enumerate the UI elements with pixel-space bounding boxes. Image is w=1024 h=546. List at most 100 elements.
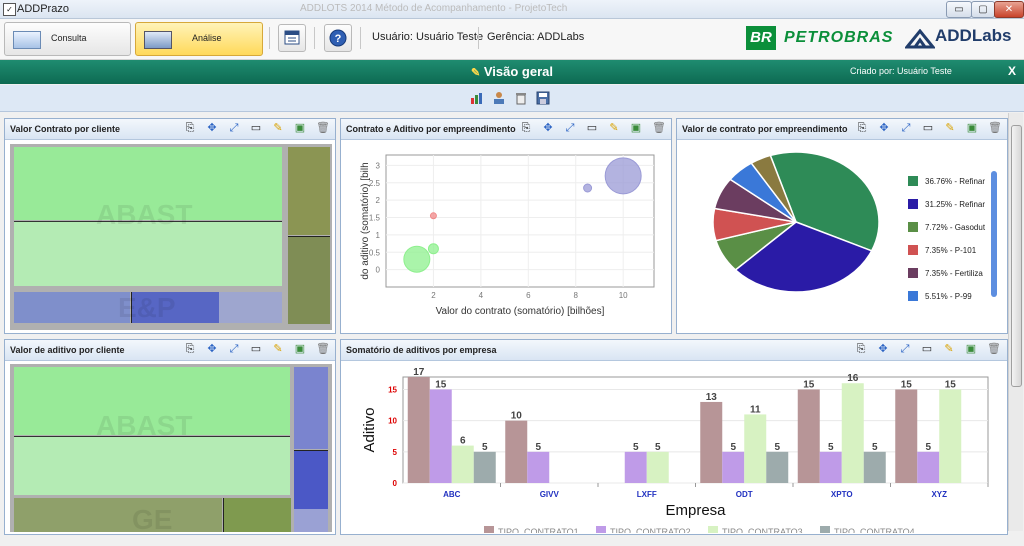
move-icon[interactable]: ✥ bbox=[206, 122, 218, 134]
comment-icon[interactable]: ▭ bbox=[921, 343, 933, 355]
scrollbar-thumb[interactable] bbox=[1011, 125, 1022, 387]
export-icon[interactable]: ▣ bbox=[294, 122, 306, 134]
addlabs-logo: ADDLabs bbox=[935, 26, 1012, 45]
legend-label: 5.51% - P-99 bbox=[925, 292, 972, 301]
treemap-cell[interactable] bbox=[14, 436, 290, 495]
export-icon[interactable]: ▣ bbox=[294, 343, 306, 355]
pie-chart bbox=[712, 151, 880, 293]
scatter-point bbox=[427, 243, 439, 255]
legend-swatch bbox=[820, 526, 830, 533]
bar bbox=[646, 451, 669, 483]
copy-icon[interactable]: ⎘ bbox=[855, 343, 867, 355]
legend-label: 7.35% - P-101 bbox=[925, 246, 977, 255]
expand-icon[interactable]: ⤢ bbox=[900, 122, 912, 134]
legend-scrollbar[interactable] bbox=[991, 171, 997, 297]
scatter-point bbox=[583, 183, 593, 193]
copy-icon[interactable]: ⎘ bbox=[184, 343, 196, 355]
legend-swatch bbox=[596, 526, 606, 533]
legend-swatch bbox=[708, 526, 718, 533]
move-icon[interactable]: ✥ bbox=[206, 343, 218, 355]
trash-icon[interactable] bbox=[514, 91, 528, 105]
export-icon[interactable]: ▣ bbox=[630, 122, 642, 134]
copy-icon[interactable]: ⎘ bbox=[184, 122, 196, 134]
legend-label: TIPO_CONTRATO1 bbox=[498, 527, 579, 533]
close-window-button[interactable]: ✕ bbox=[994, 1, 1024, 18]
treemap-label: ABAST bbox=[96, 199, 193, 230]
panel-title: Contrato e Aditivo por empreendimento bbox=[346, 124, 516, 134]
edit-icon[interactable]: ✎ bbox=[272, 122, 284, 134]
user-label: Usuário: Usuário Teste bbox=[372, 31, 484, 43]
analise-button[interactable]: Análise bbox=[135, 22, 263, 56]
treemap-cell[interactable] bbox=[288, 236, 330, 324]
delete-icon[interactable]: 🗑 bbox=[316, 122, 330, 134]
treemap-label: ABAST bbox=[96, 410, 193, 441]
add-chart-icon[interactable] bbox=[470, 91, 484, 105]
expand-icon[interactable]: ⤢ bbox=[564, 122, 576, 134]
bar bbox=[407, 377, 430, 483]
treemap-cell[interactable] bbox=[219, 292, 282, 323]
move-icon[interactable]: ✥ bbox=[542, 122, 554, 134]
treemap-cell[interactable] bbox=[288, 147, 330, 235]
treemap-cell[interactable] bbox=[223, 498, 291, 532]
export-icon[interactable]: ▣ bbox=[965, 343, 977, 355]
save-icon[interactable] bbox=[536, 91, 550, 105]
page-scrollbar[interactable] bbox=[1008, 113, 1023, 531]
treemap-cell[interactable] bbox=[14, 498, 222, 532]
export-icon[interactable]: ▣ bbox=[966, 122, 978, 134]
bar-value-label: 13 bbox=[706, 392, 718, 403]
treemap-label: GE bbox=[132, 504, 173, 532]
comment-icon[interactable]: ▭ bbox=[586, 122, 598, 134]
help-button[interactable]: ? bbox=[324, 24, 352, 52]
edit-icon[interactable]: ✎ bbox=[943, 343, 955, 355]
edit-icon[interactable]: ✎ bbox=[944, 122, 956, 134]
move-icon[interactable]: ✥ bbox=[877, 343, 889, 355]
y-tick-label: 10 bbox=[388, 417, 397, 426]
delete-icon[interactable]: 🗑 bbox=[652, 122, 666, 134]
users-icon[interactable] bbox=[492, 91, 506, 105]
minimize-button[interactable]: ▭ bbox=[946, 1, 972, 18]
treemap-cell[interactable] bbox=[294, 450, 328, 509]
legend-swatch bbox=[908, 291, 918, 301]
comment-icon[interactable]: ▭ bbox=[922, 122, 934, 134]
x-tick-label: ODT bbox=[736, 490, 753, 499]
x-tick-label: 10 bbox=[619, 291, 628, 300]
bar bbox=[700, 401, 723, 483]
bar bbox=[841, 383, 864, 483]
expand-icon[interactable]: ⤢ bbox=[228, 343, 240, 355]
delete-icon[interactable]: 🗑 bbox=[988, 122, 1002, 134]
treemap-cell[interactable] bbox=[14, 292, 130, 323]
y-tick-label: 5 bbox=[393, 448, 398, 457]
maximize-button[interactable]: ▢ bbox=[971, 1, 995, 18]
copy-icon[interactable]: ⎘ bbox=[520, 122, 532, 134]
edit-icon[interactable]: ✎ bbox=[608, 122, 620, 134]
bar-value-label: 15 bbox=[803, 379, 815, 390]
panel-addendum-by-company: Somatório de aditivos por empresa ⎘ ✥ ⤢ … bbox=[340, 339, 1008, 535]
legend-label: TIPO_CONTRATO2 bbox=[610, 527, 691, 533]
copy-icon[interactable]: ⎘ bbox=[856, 122, 868, 134]
view-toolbar bbox=[0, 85, 1024, 112]
bar-value-label: 5 bbox=[828, 442, 834, 453]
legend-label: 7.35% - Fertiliza bbox=[925, 269, 983, 278]
close-view-button[interactable]: X bbox=[1008, 64, 1016, 78]
delete-icon[interactable]: 🗑 bbox=[316, 343, 330, 355]
calendar-button[interactable] bbox=[278, 24, 306, 52]
expand-icon[interactable]: ⤢ bbox=[228, 122, 240, 134]
treemap-cell[interactable] bbox=[294, 509, 328, 532]
consulta-label: Consulta bbox=[51, 33, 87, 43]
consulta-button[interactable]: Consulta bbox=[4, 22, 131, 56]
treemap-cell[interactable] bbox=[294, 367, 328, 449]
panel-header: Somatório de aditivos por empresa ⎘ ✥ ⤢ … bbox=[341, 340, 1007, 361]
x-tick-label: 4 bbox=[479, 291, 484, 300]
y-tick-label: 2 bbox=[376, 196, 381, 205]
edit-icon[interactable]: ✎ bbox=[272, 343, 284, 355]
toolbar-separator bbox=[314, 27, 315, 49]
comment-icon[interactable]: ▭ bbox=[250, 122, 262, 134]
delete-icon[interactable]: 🗑 bbox=[987, 343, 1001, 355]
panel-title: Valor de contrato por empreendimento bbox=[682, 124, 848, 134]
y-axis-label: Aditivo bbox=[361, 407, 378, 452]
expand-icon[interactable]: ⤢ bbox=[899, 343, 911, 355]
comment-icon[interactable]: ▭ bbox=[250, 343, 262, 355]
panel-header: Valor de contrato por empreendimento ⎘ ✥… bbox=[677, 119, 1007, 140]
move-icon[interactable]: ✥ bbox=[878, 122, 890, 134]
x-tick-label: XYZ bbox=[931, 490, 947, 499]
